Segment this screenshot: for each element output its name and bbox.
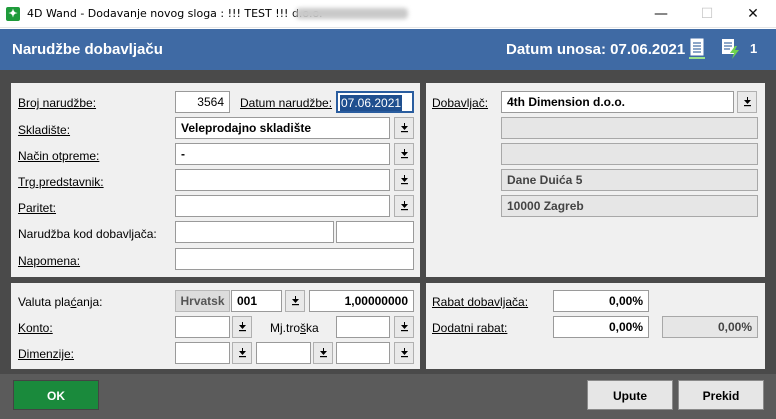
sales-rep-dropdown-button[interactable] (394, 169, 414, 191)
broj-narudzbe-label: Broj narudžbe: (18, 96, 97, 110)
dimension-2-dropdown-button[interactable] (313, 342, 333, 364)
account-dropdown-button[interactable] (232, 316, 252, 338)
nacin-otpreme-label: Način otpreme: (18, 149, 100, 163)
supplier-city: 10000 Zagreb (501, 195, 758, 217)
warehouse-dropdown-button[interactable] (394, 117, 414, 139)
supplier-discount-field[interactable]: 0,00% (553, 290, 649, 312)
cost-center-dropdown-button[interactable] (394, 316, 414, 338)
ok-button[interactable]: OK (13, 380, 99, 410)
download-arrow-icon (400, 322, 408, 332)
skladiste-label: Skladište: (18, 123, 71, 137)
dobavljac-label: Dobavljač: (432, 96, 489, 110)
order-date-value: 07.06.2021 (340, 95, 403, 111)
download-arrow-icon (238, 322, 246, 332)
entry-date-label: Datum unosa: 07.06.2021 (506, 41, 686, 58)
record-count: 1 (750, 41, 758, 56)
download-arrow-icon (400, 201, 408, 211)
cost-center-field[interactable] (336, 316, 390, 338)
app-icon: ✦ (6, 7, 20, 21)
download-arrow-icon (400, 123, 408, 133)
download-arrow-icon (319, 348, 327, 358)
dimension-2-field[interactable] (256, 342, 311, 364)
additional-discount-field[interactable]: 0,00% (553, 316, 649, 338)
window-titlebar: ✦ 4D Wand - Dodavanje novog sloga : !!! … (0, 0, 776, 28)
minimize-button[interactable]: — (638, 0, 684, 28)
supplier-address-line-2 (501, 143, 758, 165)
maximize-button: ☐ (700, 6, 714, 22)
warehouse-field[interactable]: Veleprodajno skladište (175, 117, 390, 139)
dodatni-rabat-label: Dodatni rabat: (432, 321, 508, 335)
account-field[interactable] (175, 316, 230, 338)
download-arrow-icon (743, 97, 751, 107)
valuta-placanja-label: Valuta plaćanja: (18, 295, 103, 309)
window-title: 4D Wand - Dodavanje novog sloga : !!! TE… (27, 7, 323, 20)
narudzba-kod-dobavljaca-label: Narudžba kod dobavljača: (18, 227, 157, 241)
order-number-field[interactable]: 3564 (175, 91, 230, 113)
mj-troska-label: Mj.troška (270, 321, 319, 335)
download-arrow-icon (400, 175, 408, 185)
redacted-title-part (296, 8, 408, 19)
form-header: Narudžbe dobavljaču Datum unosa: 07.06.2… (0, 29, 776, 70)
konto-label: Konto: (18, 321, 53, 335)
order-date-field[interactable]: 07.06.2021 (336, 91, 414, 113)
download-arrow-icon (291, 296, 299, 306)
dimension-3-dropdown-button[interactable] (394, 342, 414, 364)
napomena-label: Napomena: (18, 254, 81, 268)
currency-name-field: Hrvatsk (175, 290, 230, 312)
supplier-order-date-field[interactable] (336, 221, 414, 243)
close-button[interactable]: ✕ (730, 0, 776, 28)
supplier-order-number-field[interactable] (175, 221, 334, 243)
note-field[interactable] (175, 248, 414, 270)
form-title: Narudžbe dobavljaču (12, 41, 163, 58)
download-arrow-icon (238, 348, 246, 358)
exchange-rate-field[interactable]: 1,00000000 (309, 290, 414, 312)
shipping-method-dropdown-button[interactable] (394, 143, 414, 165)
cancel-button[interactable]: Prekid (678, 380, 764, 410)
supplier-street: Dane Duića 5 (501, 169, 758, 191)
rabat-dobavljaca-label: Rabat dobavljača: (432, 295, 529, 309)
dimension-1-field[interactable] (175, 342, 230, 364)
supplier-field[interactable]: 4th Dimension d.o.o. (501, 91, 734, 113)
shipping-method-field[interactable]: - (175, 143, 390, 165)
document-lightning-icon[interactable] (720, 38, 739, 60)
sales-rep-field[interactable] (175, 169, 390, 191)
total-discount-field: 0,00% (662, 316, 758, 338)
supplier-dropdown-button[interactable] (737, 91, 757, 113)
trg-predstavnik-label: Trg.predstavnik: (18, 175, 104, 189)
document-icon[interactable] (688, 38, 706, 60)
currency-code-field[interactable]: 001 (231, 290, 282, 312)
download-arrow-icon (400, 149, 408, 159)
download-arrow-icon (400, 348, 408, 358)
instructions-button[interactable]: Upute (587, 380, 673, 410)
parity-field[interactable] (175, 195, 390, 217)
dimenzije-label: Dimenzije: (18, 347, 75, 361)
parity-dropdown-button[interactable] (394, 195, 414, 217)
dimension-1-dropdown-button[interactable] (232, 342, 252, 364)
paritet-label: Paritet: (18, 201, 57, 215)
dimension-3-field[interactable] (336, 342, 390, 364)
currency-dropdown-button[interactable] (285, 290, 305, 312)
supplier-address-line-1 (501, 117, 758, 139)
datum-narudzbe-label: Datum narudžbe: (240, 96, 333, 110)
